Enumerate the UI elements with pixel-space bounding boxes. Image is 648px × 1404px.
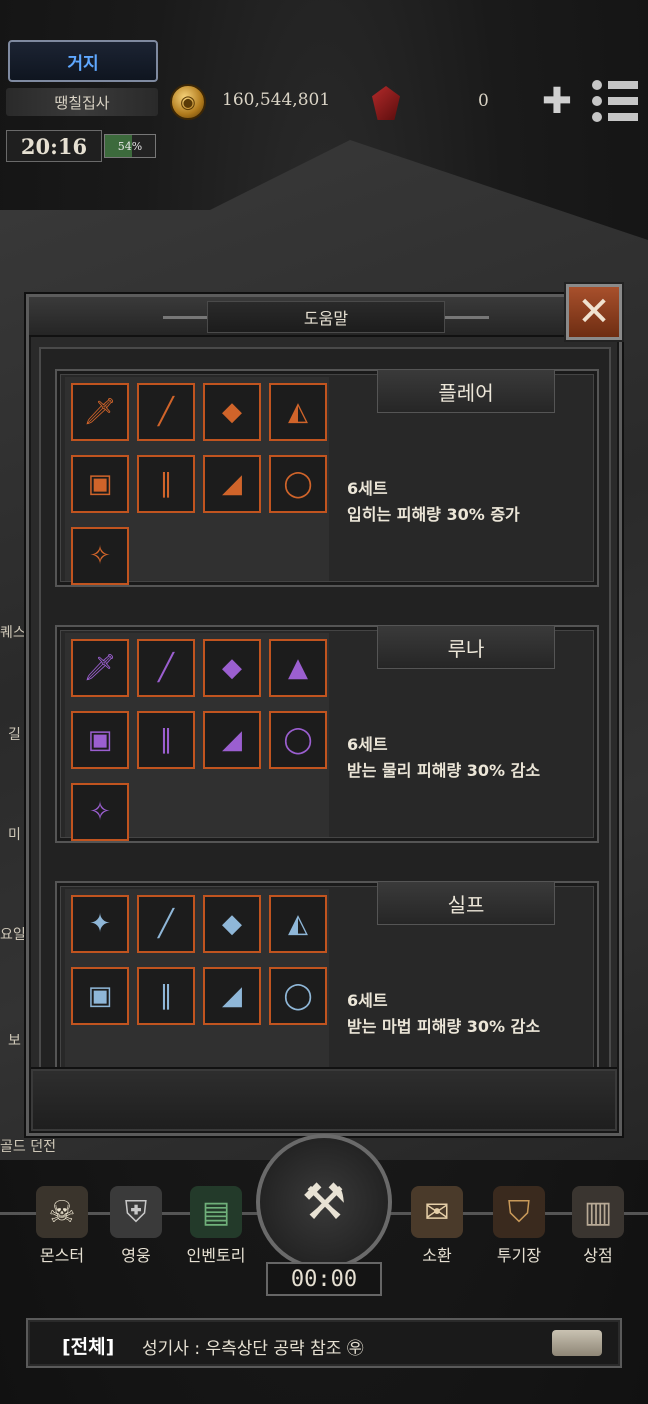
gold-coin-icon: ◉: [170, 84, 206, 120]
nav-label: 투기장: [496, 1246, 542, 1265]
nav-label: 몬스터: [39, 1246, 85, 1265]
sword-icon[interactable]: 🗡: [71, 383, 129, 441]
ring-icon[interactable]: ◯: [269, 711, 327, 769]
hat-icon[interactable]: ▲: [269, 639, 327, 697]
nav-arena[interactable]: ⛉ 투기장: [484, 1186, 554, 1266]
armor-icon[interactable]: ▣: [71, 455, 129, 513]
boots-icon[interactable]: ◢: [203, 455, 261, 513]
set-name: 실프: [377, 881, 555, 925]
staff-icon[interactable]: ╱: [137, 895, 195, 953]
shield-icon[interactable]: ◆: [203, 639, 261, 697]
nav-label: 인벤토리: [186, 1246, 246, 1265]
staff-icon[interactable]: ✦: [71, 895, 129, 953]
main-menu-button[interactable]: [592, 78, 640, 122]
chat-channel[interactable]: [전체]: [62, 1332, 114, 1359]
gold-amount: 160,544,801: [222, 90, 331, 110]
set-name: 루나: [377, 625, 555, 669]
pants-icon[interactable]: ∥: [137, 455, 195, 513]
shield-icon[interactable]: ◆: [203, 383, 261, 441]
backpack-icon: ▤: [190, 1186, 242, 1238]
set-list[interactable]: 🗡 ╱ ◆ ◭ ▣ ∥ ◢ ◯ ✧ 플레어 6세트 입히는 피해량 30% 증가…: [39, 347, 611, 1077]
menu-dot-icon: [592, 96, 602, 106]
help-dialog: 도움말 🗡 ╱ ◆ ◭ ▣ ∥ ◢ ◯ ✧ 플레어 6세트 입히는 피해량 30…: [26, 294, 622, 1136]
dialog-header: 도움말: [29, 297, 619, 337]
side-label-quest[interactable]: 퀘스: [0, 622, 26, 642]
menu-bar-icon: [608, 113, 638, 121]
dialog-title: 도움말: [207, 301, 445, 333]
scarf-icon[interactable]: ∥: [137, 967, 195, 1025]
set-piece-count: 6세트: [347, 735, 388, 754]
forge-anvil-button[interactable]: ⚒: [256, 1134, 392, 1270]
set-effect: 입히는 피해량 30% 증가: [347, 505, 520, 524]
menu-bar-icon: [608, 97, 638, 105]
scroll-icon: ✉: [411, 1186, 463, 1238]
clock: 20:16: [6, 130, 102, 162]
menu-bar-icon: [608, 81, 638, 89]
battery-label: 54%: [117, 139, 143, 153]
set-piece-count: 6세트: [347, 479, 388, 498]
set-name: 플레어: [377, 369, 555, 413]
item-grid: 🗡 ╱ ◆ ◭ ▣ ∥ ◢ ◯ ✧: [65, 377, 329, 585]
set-effect: 받는 물리 피해량 30% 감소: [347, 761, 541, 780]
armor-icon: ⛨: [110, 1186, 162, 1238]
side-label-daily[interactable]: 요일: [0, 924, 26, 944]
item-grid: ✦ ╱ ◆ ◭ ▣ ∥ ◢ ◯: [65, 889, 329, 1075]
anvil-icon: ⚒: [301, 1173, 347, 1231]
title-rail-right: [445, 316, 489, 319]
nav-label: 상점: [583, 1246, 613, 1265]
dialog-footer: [31, 1067, 617, 1131]
necklace-icon[interactable]: ✧: [71, 527, 129, 585]
chat-bar[interactable]: [전체] 성기사 : 우측상단 공략 참조 ㉾: [26, 1318, 622, 1368]
nav-hero[interactable]: ⛨ 영웅: [106, 1186, 166, 1266]
boots-icon[interactable]: ◢: [203, 967, 261, 1025]
rank-badge[interactable]: 거지: [8, 40, 158, 82]
nav-label: 영웅: [121, 1246, 151, 1265]
nav-shop[interactable]: ▥ 상점: [566, 1186, 630, 1266]
set-piece-count: 6세트: [347, 991, 388, 1010]
arena-shield-icon: ⛉: [493, 1186, 545, 1238]
gem-amount: 0: [478, 91, 489, 111]
skull-icon: ☠: [36, 1186, 88, 1238]
nav-inventory[interactable]: ▤ 인벤토리: [176, 1186, 256, 1266]
boots-icon[interactable]: ◢: [203, 711, 261, 769]
set-card-luna: 🗡 ╱ ◆ ▲ ▣ ∥ ◢ ◯ ✧ 루나 6세트 받는 물리 피해량 30% 감…: [55, 625, 599, 843]
staff-icon[interactable]: ╱: [137, 383, 195, 441]
side-label-gold-dungeon[interactable]: 골드 던전: [0, 1136, 56, 1156]
ring-icon[interactable]: ◯: [269, 455, 327, 513]
robe-icon[interactable]: ▣: [71, 711, 129, 769]
set-card-sylph: ✦ ╱ ◆ ◭ ▣ ∥ ◢ ◯ 실프 6세트 받는 마법 피해량 30% 감소: [55, 881, 599, 1075]
forge-timer: 00:00: [266, 1262, 382, 1296]
nav-monster[interactable]: ☠ 몬스터: [30, 1186, 94, 1266]
set-effect: 받는 마법 피해량 30% 감소: [347, 1017, 541, 1036]
hood-icon[interactable]: ◭: [269, 383, 327, 441]
sword-icon[interactable]: 🗡: [71, 639, 129, 697]
add-currency-button[interactable]: ✚: [536, 84, 578, 120]
pants-icon[interactable]: ∥: [137, 711, 195, 769]
nav-summon[interactable]: ✉ 소환: [404, 1186, 470, 1266]
necklace-icon[interactable]: ✧: [71, 783, 129, 841]
nav-label: 소환: [422, 1246, 452, 1265]
chat-toggle-button[interactable]: [552, 1330, 602, 1356]
robe-icon[interactable]: ▣: [71, 967, 129, 1025]
side-label-boss[interactable]: 보: [8, 1030, 21, 1050]
menu-dot-icon: [592, 112, 602, 122]
hood-icon[interactable]: ◭: [269, 895, 327, 953]
menu-dot-icon: [592, 80, 602, 90]
spear-icon[interactable]: ╱: [137, 639, 195, 697]
side-label-guild[interactable]: 길: [8, 724, 21, 744]
set-card-flare: 🗡 ╱ ◆ ◭ ▣ ∥ ◢ ◯ ✧ 플레어 6세트 입히는 피해량 30% 증가: [55, 369, 599, 587]
close-button[interactable]: ✕: [566, 284, 622, 340]
player-name: 땡칠집사: [6, 88, 158, 116]
side-label-mi[interactable]: 미: [8, 824, 21, 844]
ring-icon[interactable]: ◯: [269, 967, 327, 1025]
chat-message: 성기사 : 우측상단 공략 참조 ㉾: [142, 1339, 364, 1359]
chest-icon: ▥: [572, 1186, 624, 1238]
title-rail-left: [163, 316, 207, 319]
item-grid: 🗡 ╱ ◆ ▲ ▣ ∥ ◢ ◯ ✧: [65, 633, 329, 841]
shield-icon[interactable]: ◆: [203, 895, 261, 953]
battery-indicator: 54%: [104, 134, 156, 158]
